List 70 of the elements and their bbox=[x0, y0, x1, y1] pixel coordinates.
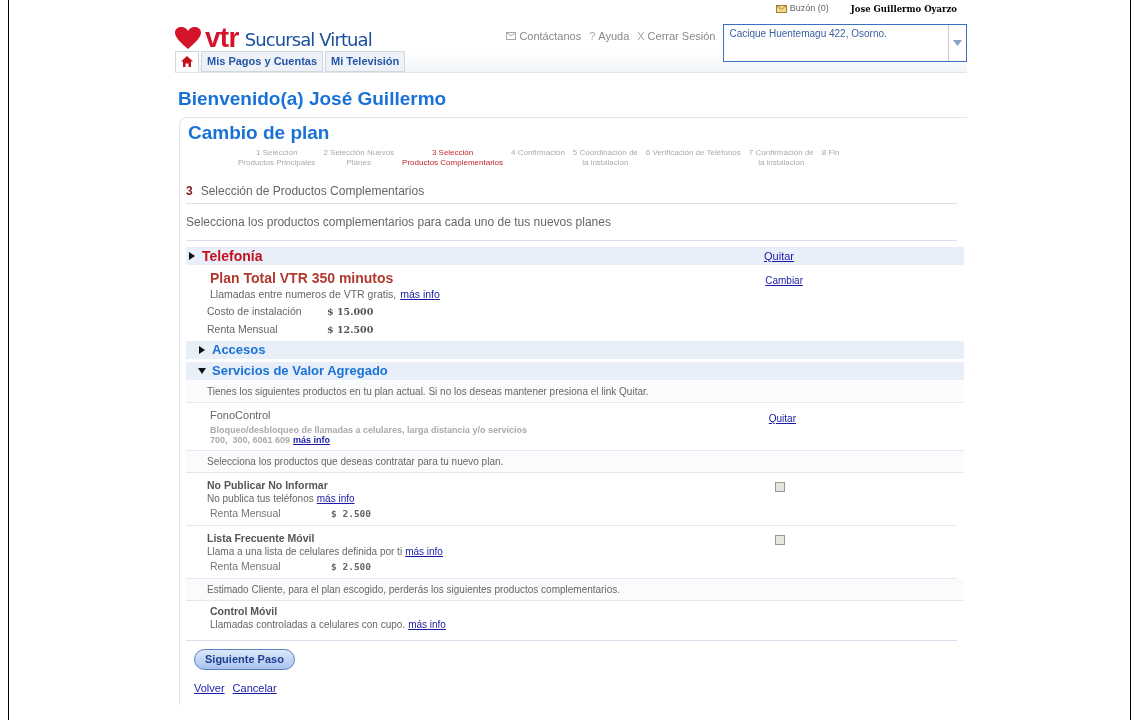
step-label: 4 Confirmación bbox=[511, 148, 565, 159]
mailbox-link[interactable]: Buzón (0) bbox=[789, 2, 829, 16]
plan-description: Llamadas entre numeros de VTR gratis, bbox=[210, 287, 397, 302]
product-name: No Publicar No Informar bbox=[207, 478, 329, 492]
product-description: No publica tus teléfonos bbox=[207, 491, 314, 505]
remove-link[interactable]: Quitar bbox=[764, 247, 794, 265]
product-name: Control Móvil bbox=[210, 604, 279, 618]
tab[interactable]: Mis Pagos y Cuentas bbox=[201, 51, 324, 72]
header-link[interactable]: Contáctanos bbox=[506, 28, 582, 45]
section-title: Selección de Productos Complementarios bbox=[200, 183, 425, 200]
footer-link[interactable]: Cancelar bbox=[232, 680, 277, 697]
mail-icon[interactable] bbox=[775, 5, 787, 13]
user-name: Jose Guillermo Oyarzo bbox=[850, 2, 957, 16]
expanded-arrow-icon[interactable] bbox=[198, 366, 206, 375]
notice-text: Estimado Cliente, para el plan escogido, perderás los siguientes productos complementarios. bbox=[207, 582, 621, 597]
price-value: $ 2.500 bbox=[331, 560, 372, 574]
cost-value: $ 15.000 bbox=[327, 304, 374, 319]
step-number: 3 bbox=[186, 183, 193, 200]
logo-wordmark: vtr bbox=[205, 23, 239, 52]
cost-value: $ 12.500 bbox=[327, 322, 374, 337]
mail-icon bbox=[506, 32, 517, 41]
step-label: 2 Selección Nuevos Planes bbox=[323, 148, 395, 168]
remove-link[interactable]: Quitar bbox=[768, 410, 796, 445]
plan-name: Plan Total VTR 350 minutos bbox=[210, 269, 395, 287]
more-info-link[interactable]: más info bbox=[293, 434, 331, 445]
subgroup-title: Accesos bbox=[212, 341, 266, 359]
logo-subtitle: Sucursal Virtual bbox=[244, 28, 372, 52]
more-info-link[interactable]: más info bbox=[400, 287, 440, 303]
group-title: Telefonía bbox=[202, 246, 263, 266]
product-description: Llamadas controladas a celulares con cupo. bbox=[210, 617, 406, 631]
heart-icon bbox=[175, 26, 201, 49]
home-icon bbox=[181, 56, 193, 67]
welcome-heading: Bienvenido(a) José Guillermo bbox=[178, 87, 448, 111]
collapsed-arrow-icon[interactable] bbox=[198, 345, 206, 354]
more-info-link[interactable]: más info bbox=[408, 617, 446, 631]
subgroup-title: Servicios de Valor Agregado bbox=[212, 362, 388, 380]
checkbox[interactable] bbox=[775, 481, 785, 492]
footer-link[interactable]: Volver bbox=[194, 680, 225, 697]
more-info-link[interactable]: más info bbox=[316, 491, 355, 505]
step-label: 5 Coordinación de la instalación bbox=[572, 148, 638, 168]
product-description: Llama a una lista de celulares definida por ti bbox=[207, 544, 403, 558]
product-name: Lista Frecuente Móvil bbox=[207, 531, 316, 545]
cost-label: Costo de instalación bbox=[207, 303, 303, 319]
header-link[interactable]: X Cerrar Sesión bbox=[637, 28, 716, 45]
intro-text: Selecciona los productos complementarios para cada uno de tus nuevos planes bbox=[186, 214, 612, 231]
notice-text: Tienes los siguientes productos en tu plan actual. Si no los deseas mantener presiona el link Quitar. bbox=[207, 384, 650, 399]
price-label: Renta Mensual bbox=[210, 507, 282, 521]
checkbox[interactable] bbox=[775, 534, 785, 545]
product-description: 700, 300, 6061 609 bbox=[210, 434, 291, 445]
page-title: Cambio de plan bbox=[187, 121, 331, 144]
header-link[interactable]: ? Ayuda bbox=[589, 28, 630, 45]
collapsed-arrow-icon[interactable] bbox=[188, 252, 196, 260]
caret-icon[interactable] bbox=[953, 40, 962, 46]
cost-label: Renta Mensual bbox=[207, 321, 279, 337]
notice-text: Selecciona los productos que deseas contratar para tu nuevo plan. bbox=[207, 454, 505, 469]
product-description: Bloqueo/desbloqueo de llamadas a celulares, larga distancia y/o servicios bbox=[210, 424, 528, 435]
step-label: 1 Selección Productos Principales bbox=[238, 148, 316, 168]
price-label: Renta Mensual bbox=[210, 560, 282, 574]
step-label: 6 Verificación de Teléfonos bbox=[645, 148, 741, 159]
price-value: $ 2.500 bbox=[331, 507, 372, 521]
next-step-button[interactable]: Siguiente Paso bbox=[194, 648, 295, 670]
step-label: 3 Selección Productos Complementarios bbox=[402, 148, 504, 168]
tab[interactable]: Mi Televisión bbox=[325, 51, 406, 72]
product-name: FonoControl bbox=[210, 407, 272, 423]
change-link[interactable]: Cambiar bbox=[765, 273, 803, 303]
home-tab[interactable] bbox=[175, 51, 199, 72]
step-label: 7 Confirmación de la instalación bbox=[748, 148, 814, 168]
address-dropdown[interactable]: Cacique Huentemagu 422, Osorno. bbox=[723, 24, 967, 62]
more-info-link[interactable]: más info bbox=[405, 544, 443, 558]
step-label: 8 Fin bbox=[821, 148, 840, 159]
